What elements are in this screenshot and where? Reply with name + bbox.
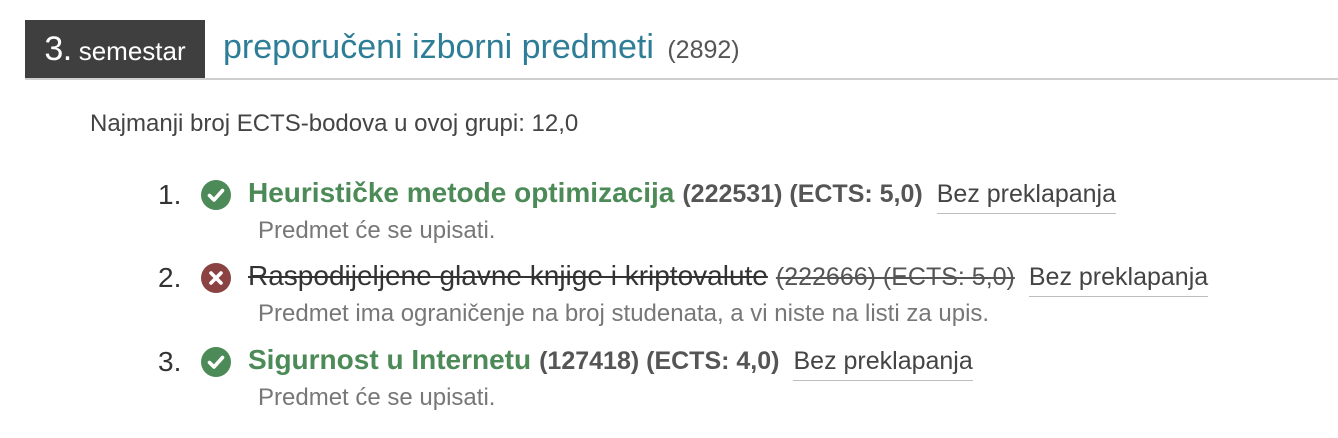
min-ects-info: Najmanji broj ECTS-bodova u ovoj grupi: … xyxy=(90,110,579,137)
course-number: 2. xyxy=(158,262,182,293)
course-meta: (127418) (ECTS: 4,0) xyxy=(539,347,780,375)
course-status-note: Predmet će se upisati. xyxy=(258,384,496,411)
course-meta: (222666) (ECTS: 5,0) xyxy=(775,263,1015,291)
semester-number: 3. xyxy=(44,29,72,68)
no-overlap-link[interactable]: Bez preklapanja xyxy=(1028,263,1209,297)
course-title: Raspodijeljene glavne knjige i kriptoval… xyxy=(248,260,1209,297)
course-name: Raspodijeljene glavne knjige i kriptoval… xyxy=(248,260,768,291)
check-circle-icon xyxy=(201,347,231,377)
group-title: preporučeni izborni predmeti (2892) xyxy=(223,28,740,67)
course-title: Heurističke metode optimizacija (222531)… xyxy=(248,177,1117,214)
list-item: 2. Raspodijeljene glavne knjige i kripto… xyxy=(0,258,1338,327)
no-overlap-link[interactable]: Bez preklapanja xyxy=(793,347,973,381)
semester-header: 3. semestar preporučeni izborni predmeti… xyxy=(25,20,1338,80)
semester-badge: 3. semestar xyxy=(25,20,205,78)
course-name: Heurističke metode optimizacija xyxy=(248,177,675,208)
course-name: Sigurnost u Internetu xyxy=(248,344,532,375)
semester-label: semestar xyxy=(78,35,186,66)
list-item: 3. Sigurnost u Internetu (127418) (ECTS:… xyxy=(0,342,1338,411)
check-circle-icon xyxy=(201,180,231,210)
group-title-text: preporučeni izborni predmeti xyxy=(223,28,654,66)
course-number: 1. xyxy=(158,179,182,210)
list-item: 1. Heurističke metode optimizacija (2225… xyxy=(0,175,1338,244)
course-meta: (222531) (ECTS: 5,0) xyxy=(682,180,923,208)
x-circle-icon xyxy=(201,263,231,293)
course-number: 3. xyxy=(158,346,182,377)
course-title: Sigurnost u Internetu (127418) (ECTS: 4,… xyxy=(248,344,973,381)
no-overlap-link[interactable]: Bez preklapanja xyxy=(936,180,1117,214)
group-code: (2892) xyxy=(667,36,740,64)
course-status-note: Predmet će se upisati. xyxy=(258,217,496,244)
course-status-note: Predmet ima ograničenje na broj studenat… xyxy=(258,300,990,327)
